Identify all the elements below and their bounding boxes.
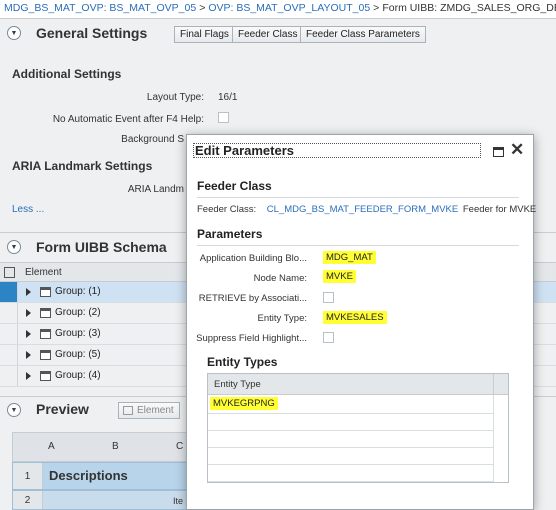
aria-settings-title: ARIA Landmark Settings — [12, 159, 153, 173]
form-uibb-schema-title: Form UIBB Schema — [36, 239, 167, 255]
table-row[interactable] — [208, 448, 494, 465]
collapse-schema-icon[interactable]: ▼ — [7, 240, 21, 254]
entity-type-label: Entity Type: — [257, 313, 307, 324]
divider — [197, 197, 519, 198]
tree-row-label: Group: (1) — [55, 286, 101, 297]
entity-types-header: Entity Type — [208, 374, 508, 395]
expand-arrow-icon[interactable] — [26, 309, 31, 317]
general-settings-title: General Settings — [36, 25, 148, 41]
row-selector[interactable] — [0, 303, 18, 323]
no-auto-event-label: No Automatic Event after F4 Help: — [52, 114, 204, 125]
tree-row-label: Group: (4) — [55, 370, 101, 381]
expand-arrow-icon[interactable] — [26, 330, 31, 338]
divider — [197, 245, 519, 246]
select-all-icon[interactable] — [4, 267, 15, 278]
feeder-class-button[interactable]: Feeder Class — [232, 26, 304, 43]
table-row[interactable] — [208, 465, 494, 482]
preview-row: 2 Ite — [12, 490, 212, 510]
row-number: 2 — [13, 491, 43, 509]
entity-types-table: Entity Type MVKEGRPNG — [207, 373, 509, 483]
suppress-field-highlight-label: Suppress Field Highlight... — [196, 333, 307, 344]
breadcrumb-current: Form UIBB: ZMDG_SALES_ORG_DETAILS — [382, 2, 556, 14]
item-text: Ite — [173, 496, 184, 506]
final-flags-button[interactable]: Final Flags — [174, 26, 235, 43]
breadcrumb-link-ovp[interactable]: MDG_BS_MAT_OVP: BS_MAT_OVP_05 — [4, 2, 196, 14]
row-selector[interactable] — [0, 345, 18, 365]
close-icon[interactable]: ✕ — [510, 141, 524, 159]
entity-type-column-header: Entity Type — [208, 374, 494, 395]
tree-row-label: Group: (3) — [55, 328, 101, 339]
collapse-preview-icon[interactable]: ▼ — [7, 403, 21, 417]
maximize-icon[interactable] — [493, 147, 504, 157]
row-selector[interactable] — [0, 324, 18, 344]
row-selector[interactable] — [0, 282, 18, 302]
row-selector[interactable] — [0, 366, 18, 386]
column-header-b: B — [112, 441, 119, 452]
edit-parameters-dialog: Edit Parameters ✕ Feeder Class Feeder Cl… — [186, 134, 536, 510]
additional-settings-title: Additional Settings — [12, 67, 122, 81]
feeder-class-label: Feeder Class: — [197, 204, 257, 215]
entity-type-value[interactable]: MVKESALES — [323, 311, 387, 324]
entity-type-cell: MVKEGRPNG — [210, 397, 278, 410]
app-building-block-label: Application Building Blo... — [199, 253, 307, 264]
node-name-label: Node Name: — [253, 273, 307, 284]
table-row[interactable]: MVKEGRPNG — [208, 395, 494, 414]
table-row[interactable] — [208, 414, 494, 431]
column-header-a: A — [48, 441, 55, 452]
node-name-value[interactable]: MVKE — [323, 270, 356, 283]
no-auto-event-checkbox[interactable] — [218, 112, 229, 123]
element-icon — [123, 406, 133, 415]
parameters-heading: Parameters — [197, 227, 263, 241]
background-label: Background S — [121, 134, 184, 145]
group-icon — [40, 371, 51, 381]
breadcrumb: MDG_BS_MAT_OVP: BS_MAT_OVP_05 > OVP: BS_MA… — [0, 0, 556, 18]
general-settings-bar: ▼ General Settings Final Flags Feeder Cl… — [0, 18, 556, 46]
entity-types-heading: Entity Types — [207, 355, 278, 369]
app-building-block-value[interactable]: MDG_MAT — [323, 251, 376, 264]
feeder-class-parameters-button[interactable]: Feeder Class Parameters — [300, 26, 426, 43]
group-icon — [40, 350, 51, 360]
expand-arrow-icon[interactable] — [26, 372, 31, 380]
breadcrumb-link-layout[interactable]: OVP: BS_MAT_OVP_LAYOUT_05 — [208, 2, 370, 14]
retrieve-by-association-checkbox[interactable] — [323, 292, 334, 303]
tree-row-label: Group: (5) — [55, 349, 101, 360]
breadcrumb-separator: > — [373, 2, 380, 14]
preview-title: Preview — [36, 401, 89, 417]
row-number: 1 — [13, 463, 43, 489]
group-icon — [40, 329, 51, 339]
group-icon — [40, 287, 51, 297]
feeder-class-row: Feeder Class: CL_MDG_BS_MAT_FEEDER_FORM_… — [197, 204, 536, 215]
expand-arrow-icon[interactable] — [26, 288, 31, 296]
preview-row: 1 Descriptions — [12, 462, 212, 490]
expand-arrow-icon[interactable] — [26, 351, 31, 359]
feeder-class-heading: Feeder Class — [197, 179, 272, 193]
element-column-header: Element — [25, 267, 62, 278]
layout-type-value: 16/1 — [218, 92, 238, 103]
aria-landmark-label: ARIA Landm — [127, 184, 184, 195]
suppress-field-highlight-checkbox[interactable] — [323, 332, 334, 343]
element-button[interactable]: Element — [118, 402, 180, 419]
dialog-title: Edit Parameters — [193, 143, 481, 158]
element-button-label: Element — [137, 405, 174, 416]
less-link[interactable]: Less ... — [12, 204, 44, 215]
tree-row-label: Group: (2) — [55, 307, 101, 318]
feeder-class-value[interactable]: CL_MDG_BS_MAT_FEEDER_FORM_MVKE — [267, 204, 458, 215]
breadcrumb-separator: > — [199, 2, 206, 14]
collapse-general-settings-icon[interactable]: ▼ — [7, 26, 21, 40]
column-header-c: C — [176, 441, 184, 452]
retrieve-by-association-label: RETRIEVE by Associati... — [198, 293, 307, 304]
group-icon — [40, 308, 51, 318]
table-row[interactable] — [208, 431, 494, 448]
descriptions-text: Descriptions — [49, 468, 128, 483]
feeder-class-description: Feeder for MVKE — [462, 204, 537, 215]
layout-type-label: Layout Type: — [146, 92, 204, 103]
